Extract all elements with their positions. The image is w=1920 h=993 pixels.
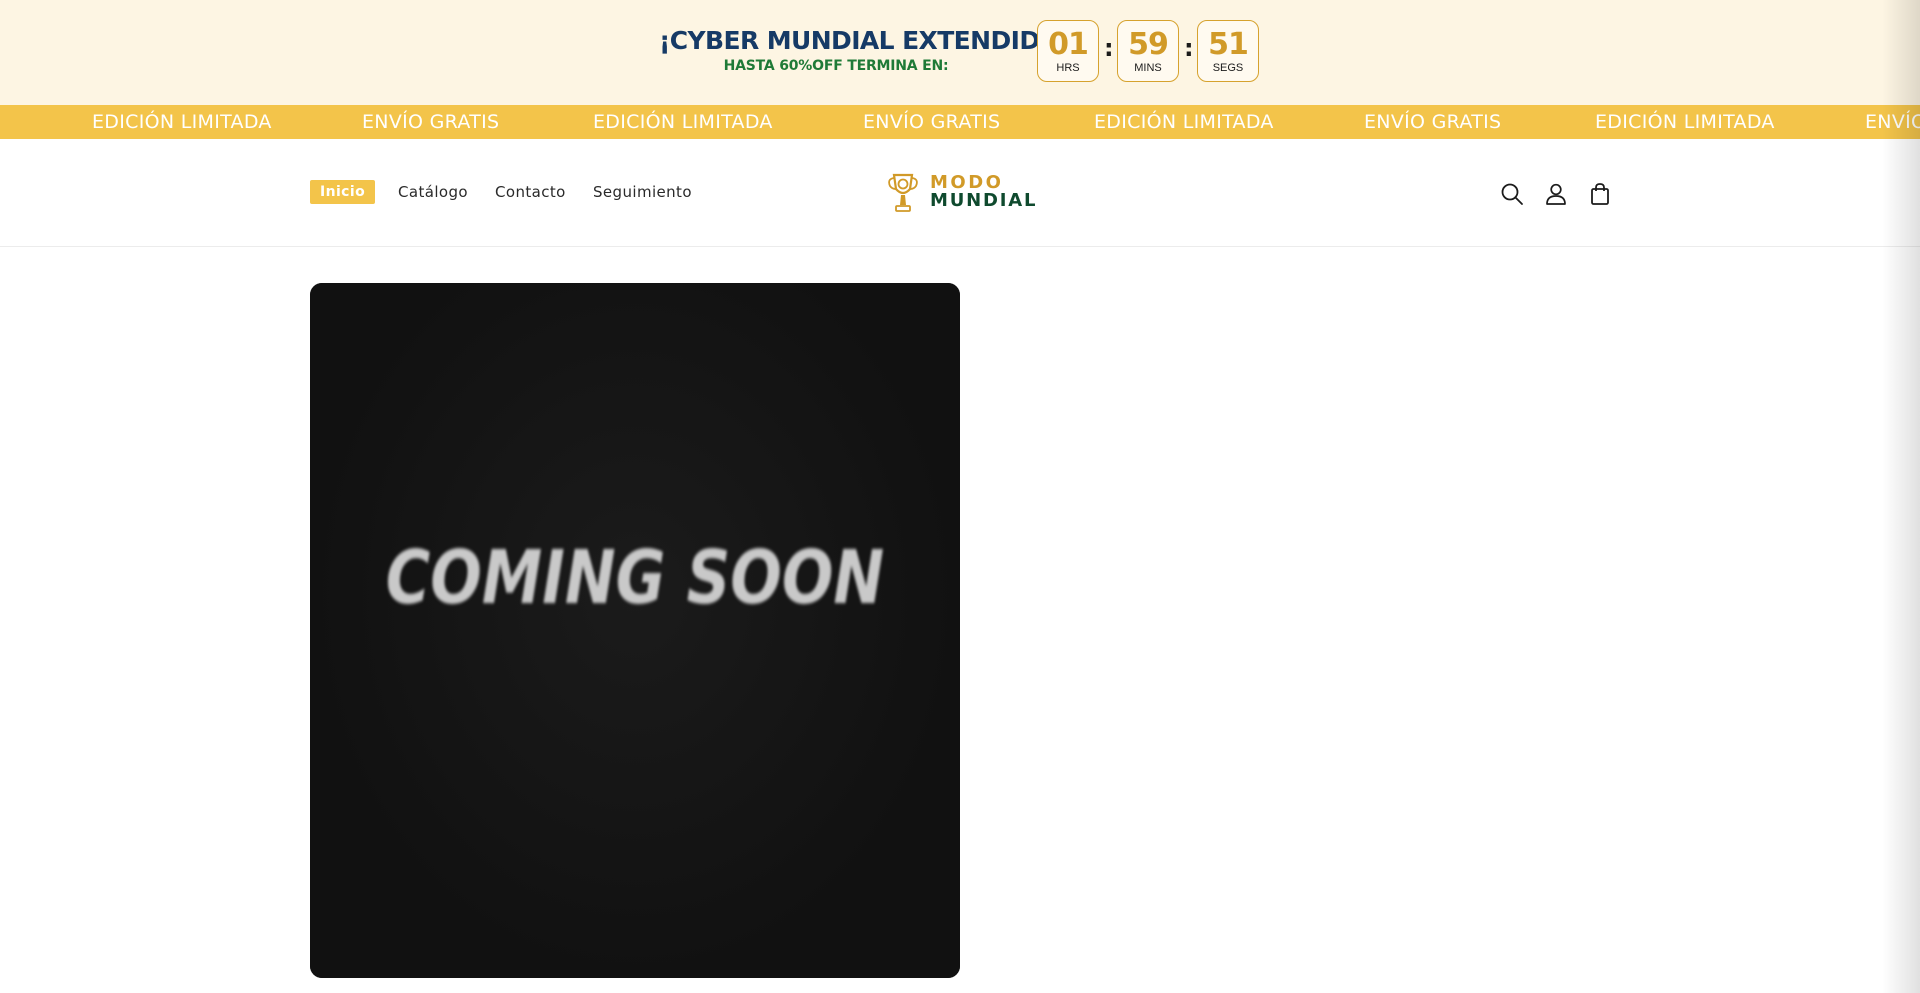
promo-text: ¡CYBER MUNDIAL EXTENDIDO! HASTA 60%OFF T… xyxy=(659,26,1072,75)
marquee-item: ENVÍO GRATIS xyxy=(863,111,1001,133)
timer-separator: : xyxy=(1104,34,1114,62)
timer-hours-value: 01 xyxy=(1048,27,1089,62)
account-icon[interactable] xyxy=(1543,181,1569,207)
edge-shadow xyxy=(1882,0,1920,993)
cart-icon[interactable] xyxy=(1587,181,1613,207)
nav-item-inicio[interactable]: Inicio xyxy=(310,180,376,204)
nav-item-seguimiento[interactable]: Seguimiento xyxy=(593,183,692,201)
marquee-item: EDICIÓN LIMITADA xyxy=(1595,111,1775,133)
timer-hours-label: HRS xyxy=(1056,62,1080,74)
trophy-logo-icon xyxy=(888,173,918,212)
search-icon[interactable] xyxy=(1499,181,1525,207)
announcement-marquee: EDICIÓN LIMITADA ENVÍO GRATIS EDICIÓN LI… xyxy=(0,105,1920,139)
timer-separator: : xyxy=(1184,34,1194,62)
coming-soon-media: COMING SOON xyxy=(310,283,960,978)
marquee-item: EDICIÓN LIMITADA xyxy=(1094,111,1274,133)
timer-minutes-label: MINS xyxy=(1134,62,1162,74)
nav-item-contacto[interactable]: Contacto xyxy=(495,183,566,201)
timer-hours: 01 HRS xyxy=(1037,20,1099,82)
marquee-item: ENVÍO GRATIS xyxy=(362,111,500,133)
marquee-item: ENVÍO GRATIS xyxy=(1364,111,1502,133)
promo-title: ¡CYBER MUNDIAL EXTENDIDO! xyxy=(659,26,1072,55)
media-background xyxy=(310,283,960,978)
timer-minutes-value: 59 xyxy=(1128,27,1169,62)
marquee-item: EDICIÓN LIMITADA xyxy=(92,111,272,133)
marquee-item: EDICIÓN LIMITADA xyxy=(593,111,773,133)
promo-banner: ¡CYBER MUNDIAL EXTENDIDO! HASTA 60%OFF T… xyxy=(0,0,1920,105)
logo-text: MODO MUNDIAL xyxy=(930,174,1037,210)
timer-seconds: 51 SEGS xyxy=(1197,20,1259,82)
brand-logo[interactable]: MODO MUNDIAL xyxy=(886,171,1036,217)
timer-minutes: 59 MINS xyxy=(1117,20,1179,82)
coming-soon-text: COMING SOON xyxy=(385,535,885,621)
page: ¡CYBER MUNDIAL EXTENDIDO! HASTA 60%OFF T… xyxy=(0,0,1920,993)
nav-item-catalogo[interactable]: Catálogo xyxy=(398,183,468,201)
site-header: Inicio Catálogo Contacto Seguimiento MOD… xyxy=(0,139,1920,247)
promo-subtitle: HASTA 60%OFF TERMINA EN: xyxy=(723,58,949,74)
timer-seconds-value: 51 xyxy=(1208,27,1249,62)
logo-line-2: MUNDIAL xyxy=(930,190,1038,211)
timer-seconds-label: SEGS xyxy=(1212,62,1244,74)
